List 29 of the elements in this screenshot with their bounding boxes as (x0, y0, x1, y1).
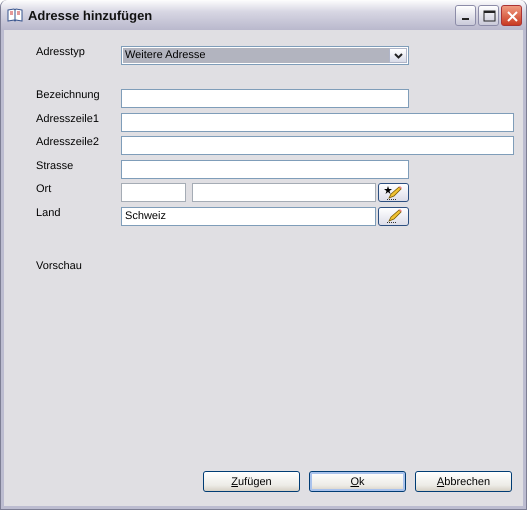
book-icon (7, 8, 23, 22)
minimize-button[interactable] (455, 4, 476, 26)
field-label: Adresstyp (36, 45, 86, 58)
maximize-button[interactable] (478, 4, 499, 26)
input-field[interactable] (121, 112, 514, 132)
field-label: Adresszeile2 (36, 135, 100, 148)
input-field[interactable] (121, 183, 186, 202)
dialog-button[interactable]: Abbrechen (415, 471, 512, 492)
input-field[interactable] (121, 89, 409, 108)
new-button[interactable] (378, 183, 409, 202)
field-label: Land (36, 206, 62, 218)
preview-label: Vorschau (36, 260, 83, 272)
window-title: Adresse hinzufügen (28, 8, 154, 22)
input-field[interactable] (121, 160, 409, 178)
field-label: Strasse (36, 158, 74, 172)
field-label: Adresszeile1 (36, 112, 100, 124)
dialog-button[interactable]: Zufügen (203, 471, 300, 492)
dialog-button[interactable]: Ok (309, 471, 406, 492)
close-button[interactable] (501, 4, 522, 26)
field-label: Bezeichnung (36, 88, 101, 101)
minimize-icon (462, 18, 469, 20)
chevron-down-icon (394, 52, 402, 58)
input-field[interactable] (192, 183, 376, 202)
input-field[interactable]: Schweiz (121, 206, 376, 226)
input-field[interactable] (121, 136, 514, 155)
edit-button[interactable] (378, 206, 409, 226)
field-label: Ort (36, 182, 52, 195)
star-pencil-icon (384, 186, 404, 200)
dropdown[interactable]: Weitere Adresse (121, 46, 409, 65)
